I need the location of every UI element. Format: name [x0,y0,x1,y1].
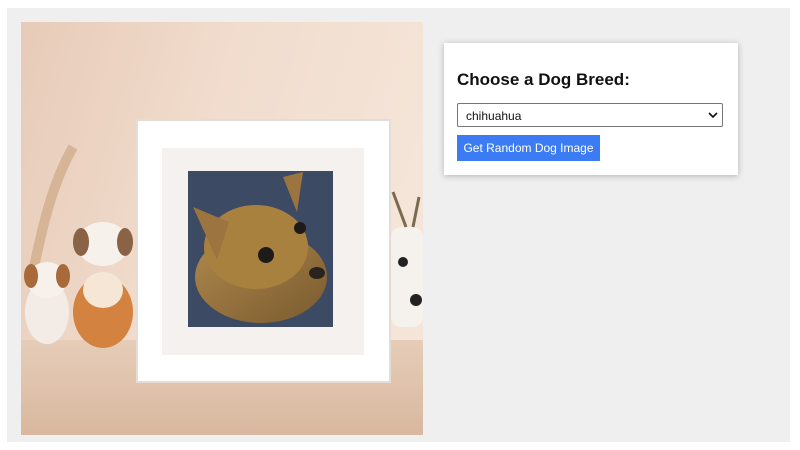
breed-panel: Choose a Dog Breed: chihuahua Get Random… [444,43,738,175]
breed-select[interactable]: chihuahua [457,103,723,127]
dog-image [21,22,423,435]
chevron-down-icon [708,112,718,119]
breed-heading: Choose a Dog Breed: [457,70,630,89]
breed-select-value: chihuahua [466,109,522,123]
get-random-dog-image-button[interactable]: Get Random Dog Image [457,135,600,161]
